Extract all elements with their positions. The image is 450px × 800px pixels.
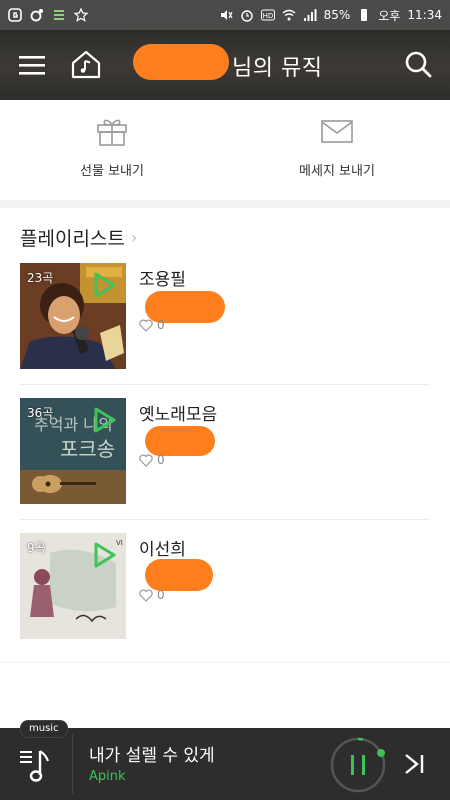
chevron-right-icon: › xyxy=(130,228,138,247)
send-message-button[interactable]: 메세지 보내기 xyxy=(262,116,412,179)
search-button[interactable] xyxy=(402,48,434,80)
like-count[interactable]: 0 xyxy=(139,318,165,332)
play-icon[interactable] xyxy=(92,271,118,299)
play-icon[interactable] xyxy=(92,541,118,569)
menu-button[interactable] xyxy=(16,50,48,80)
playlist-item[interactable]: VI 9곡 이선희 0 xyxy=(20,533,430,648)
page-title-text: 님의 뮤직 xyxy=(232,56,323,81)
battery-percent: 85% xyxy=(323,8,351,22)
hamburger-icon xyxy=(19,56,45,75)
section-gap xyxy=(0,200,450,208)
send-gift-button[interactable]: 선물 보내기 xyxy=(37,116,187,179)
wifi-icon xyxy=(282,9,296,21)
notification-list-icon xyxy=(54,10,64,20)
signal-icon xyxy=(303,9,317,21)
send-message-label: 메세지 보내기 xyxy=(299,164,375,179)
svg-text:포크송: 포크송 xyxy=(60,437,115,461)
redacted-description xyxy=(145,426,215,456)
music-tag: music xyxy=(20,720,68,738)
pause-icon xyxy=(330,737,386,793)
playlist-name[interactable]: 옛노래모음 xyxy=(139,400,217,425)
alarm-icon xyxy=(240,10,253,22)
like-count-value: 0 xyxy=(157,318,165,332)
divider xyxy=(20,384,430,385)
player-separator xyxy=(72,734,73,794)
pause-button[interactable] xyxy=(330,737,386,793)
envelope-icon xyxy=(321,120,353,143)
like-count[interactable]: 0 xyxy=(139,453,165,467)
mute-icon xyxy=(220,10,233,20)
skip-next-icon xyxy=(405,754,424,774)
playlist-section-label: 플레이리스트 xyxy=(20,228,125,250)
send-gift-label: 선물 보내기 xyxy=(80,164,144,179)
empty-area xyxy=(0,662,450,729)
now-playing-list-button[interactable] xyxy=(16,743,60,787)
playlist-item[interactable]: 추억과 나의 포크송 36곡 옛노래모음 0 xyxy=(20,398,430,513)
play-icon[interactable] xyxy=(92,406,118,434)
playlist-name[interactable]: 이선희 xyxy=(139,535,186,560)
time: 11:34 xyxy=(407,8,442,22)
playlist-cover[interactable]: VI 9곡 xyxy=(20,533,126,639)
now-playing-title[interactable]: 내가 설렐 수 있게 xyxy=(89,741,215,766)
next-button[interactable] xyxy=(400,750,428,778)
home-music-icon xyxy=(71,50,101,79)
mini-player[interactable]: music 내가 설렐 수 있게 Apink xyxy=(0,720,450,800)
status-bar: HD 85% 오후 11:34 xyxy=(0,0,450,30)
heart-icon xyxy=(139,319,153,332)
redacted-username xyxy=(133,44,229,80)
page-title: 님의 뮤직 xyxy=(232,50,322,82)
playlist-section-title[interactable]: 플레이리스트 › xyxy=(20,224,137,251)
header: 님의 뮤직 xyxy=(0,30,450,100)
playlist-item[interactable]: 23곡 조용필 0 xyxy=(20,263,430,378)
like-count[interactable]: 0 xyxy=(139,588,165,602)
track-count: 9곡 xyxy=(27,541,46,555)
action-row: 선물 보내기 메세지 보내기 xyxy=(0,100,450,201)
heart-icon xyxy=(139,454,153,467)
track-count: 36곡 xyxy=(27,406,54,420)
hd-icon: HD xyxy=(260,9,275,21)
time-ampm: 오후 xyxy=(378,8,401,23)
progress-dot xyxy=(377,748,386,757)
redacted-description xyxy=(145,559,213,591)
search-icon xyxy=(405,51,432,78)
svg-text:HD: HD xyxy=(262,12,273,20)
playlist-cover[interactable]: 추억과 나의 포크송 36곡 xyxy=(20,398,126,504)
playlist-name[interactable]: 조용필 xyxy=(139,265,186,290)
like-count-value: 0 xyxy=(157,453,165,467)
divider xyxy=(20,519,430,520)
track-count: 23곡 xyxy=(27,271,54,285)
notification-star-icon xyxy=(74,8,88,22)
notification-circle-icon xyxy=(30,9,43,22)
heart-icon xyxy=(139,589,153,602)
home-button[interactable] xyxy=(70,48,102,80)
like-count-value: 0 xyxy=(157,588,165,602)
notification-g-icon xyxy=(8,8,22,22)
now-playing-artist[interactable]: Apink xyxy=(89,769,126,784)
gift-icon xyxy=(97,119,127,146)
battery-icon xyxy=(361,9,368,21)
playlist-cover[interactable]: 23곡 xyxy=(20,263,126,369)
playlist-music-icon xyxy=(20,750,50,782)
